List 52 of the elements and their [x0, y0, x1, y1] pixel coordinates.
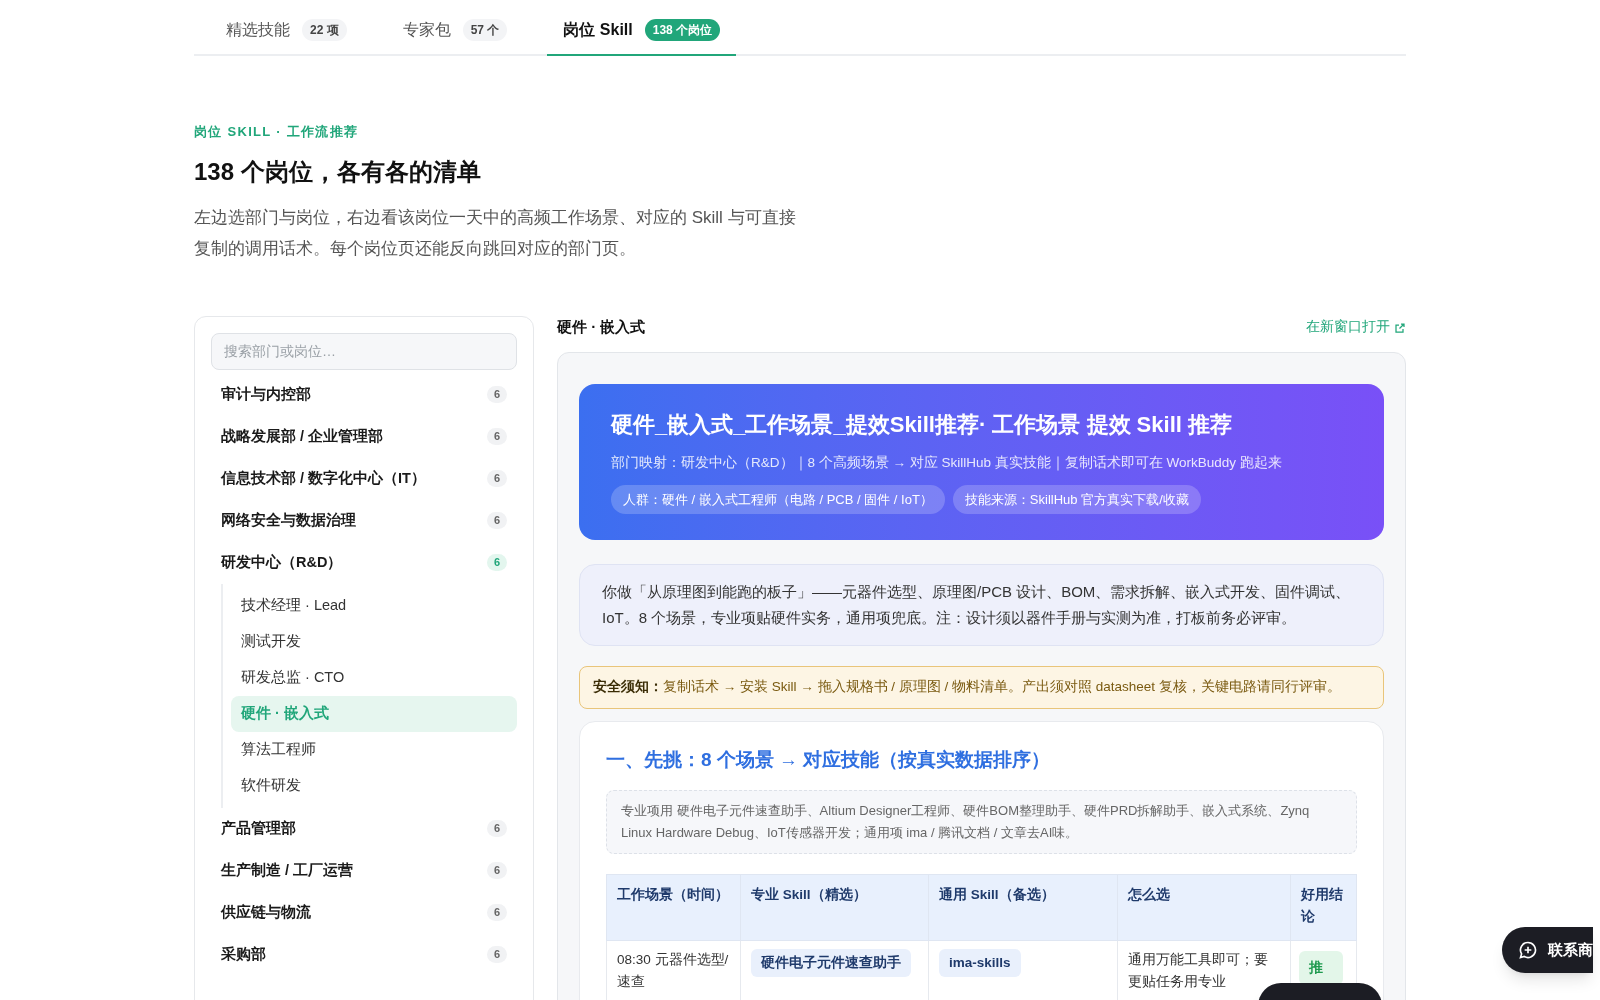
- column-header: 工作场景（时间）: [606, 874, 741, 941]
- hero-meta: 部门映射：研发中心（R&D）｜8 个高频场景 → 对应 SkillHub 真实技能｜复制话术即可在 WorkBuddy 跑起来: [611, 453, 1283, 473]
- count-badge: 6: [486, 820, 507, 837]
- count-badge: 22 项: [302, 19, 347, 41]
- count-badge: 6: [486, 470, 507, 487]
- eyebrow-label: 岗位 SKILL · 工作流推荐: [194, 123, 360, 141]
- section-note: 专业项用 硬件电子元件速查助手、Altium Designer工程师、硬件BOM整理助手、硬件PRD拆解助手、嵌入式系统、Zynq Linux Hardware Debug、IoT传感器开发；通用项 ima / 腾讯文档 / 文章去AI味。: [606, 790, 1357, 854]
- table-cell: 08:30 元器件选型/速查: [606, 940, 741, 1000]
- page-description: 左边选部门与岗位，右边看该岗位一天中的高频工作场景、对应的 Skill 与可直接复制的调用话术。每个岗位页还能反向跳回对应的部门页。: [194, 206, 797, 260]
- skill-chip[interactable]: ima-skills: [939, 949, 1021, 978]
- count-badge: 6: [486, 512, 507, 529]
- department-item[interactable]: 采购部 6: [211, 933, 517, 976]
- hero-title: 硬件_嵌入式_工作场景_提效Skill推荐· 工作场景 提效 Skill 推荐: [611, 410, 1233, 439]
- department-item[interactable]: 网络安全与数据治理 6: [211, 499, 517, 542]
- count-badge: 6: [486, 946, 507, 963]
- safety-notice: 安全须知：复制话术 → 安装 Skill → 拖入规格书 / 原理图 / 物料清单。产出须对照 datasheet 复核，关键电路请同行评审。: [579, 666, 1384, 709]
- department-item[interactable]: 战略发展部 / 企业管理部 6: [211, 415, 517, 458]
- count-badge: 138 个岗位: [644, 19, 721, 41]
- hero-tag: 人群：硬件 / 嵌入式工程师（电路 / PCB / 固件 / IoT）: [611, 484, 945, 515]
- search-field[interactable]: 搜索部门或岗位…: [211, 332, 517, 370]
- tab[interactable]: 岗位 Skill 138 个岗位: [547, 18, 737, 56]
- count-badge: 57 个: [462, 19, 508, 41]
- role-item[interactable]: 软件研发: [231, 767, 517, 804]
- count-badge: 6: [486, 428, 507, 445]
- count-badge: 6: [486, 554, 507, 571]
- column-header: 专业 Skill（精选）: [740, 874, 929, 941]
- skill-chip[interactable]: 硬件电子元件速查助手: [751, 949, 911, 978]
- column-header: 通用 Skill（备选）: [928, 874, 1118, 941]
- column-header: 怎么选: [1117, 874, 1291, 941]
- tab[interactable]: 精选技能 22 项: [210, 18, 363, 56]
- page-title: 138 个岗位，各有各的清单: [194, 156, 482, 187]
- detail-title: 硬件 · 嵌入式: [557, 317, 646, 338]
- count-badge: 6: [486, 386, 507, 403]
- hero-tag: 技能来源：SkillHub 官方真实下载/收藏: [952, 484, 1201, 515]
- verdict-badge: 推: [1299, 951, 1343, 985]
- department-item[interactable]: 信息技术部 / 数字化中心（IT） 6: [211, 457, 517, 500]
- count-badge: 6: [486, 862, 507, 879]
- contact-button[interactable]: 联系商: [1502, 927, 1593, 973]
- role-item[interactable]: 技术经理 · Lead: [231, 587, 517, 624]
- department-item[interactable]: 供应链与物流 6: [211, 891, 517, 934]
- department-item[interactable]: 审计与内控部 6: [211, 373, 517, 416]
- role-item[interactable]: 研发总监 · CTO: [231, 659, 517, 696]
- count-badge: 6: [486, 904, 507, 921]
- summary-card: 你做「从原理图到能跑的板子」——元器件选型、原理图/PCB 设计、BOM、需求拆解、嵌入式开发、固件调试、IoT。8 个场景，专业项贴硬件实务，通用项兜底。注：设计须以器件手册与实测为准，打板前务必评审。: [579, 564, 1384, 647]
- role-item[interactable]: 测试开发: [231, 623, 517, 660]
- section-title: 一、先挑：8 个场景 → 对应技能（按真实数据排序）: [606, 747, 1052, 772]
- department-item[interactable]: 研发中心（R&D） 6: [211, 541, 517, 584]
- tab[interactable]: 专家包 57 个: [386, 18, 524, 56]
- department-item[interactable]: 产品管理部 6: [211, 807, 517, 850]
- column-header: 好用结论: [1290, 874, 1357, 941]
- department-item[interactable]: 生产制造 / 工厂运营 6: [211, 849, 517, 892]
- role-item[interactable]: 算法工程师: [231, 731, 517, 768]
